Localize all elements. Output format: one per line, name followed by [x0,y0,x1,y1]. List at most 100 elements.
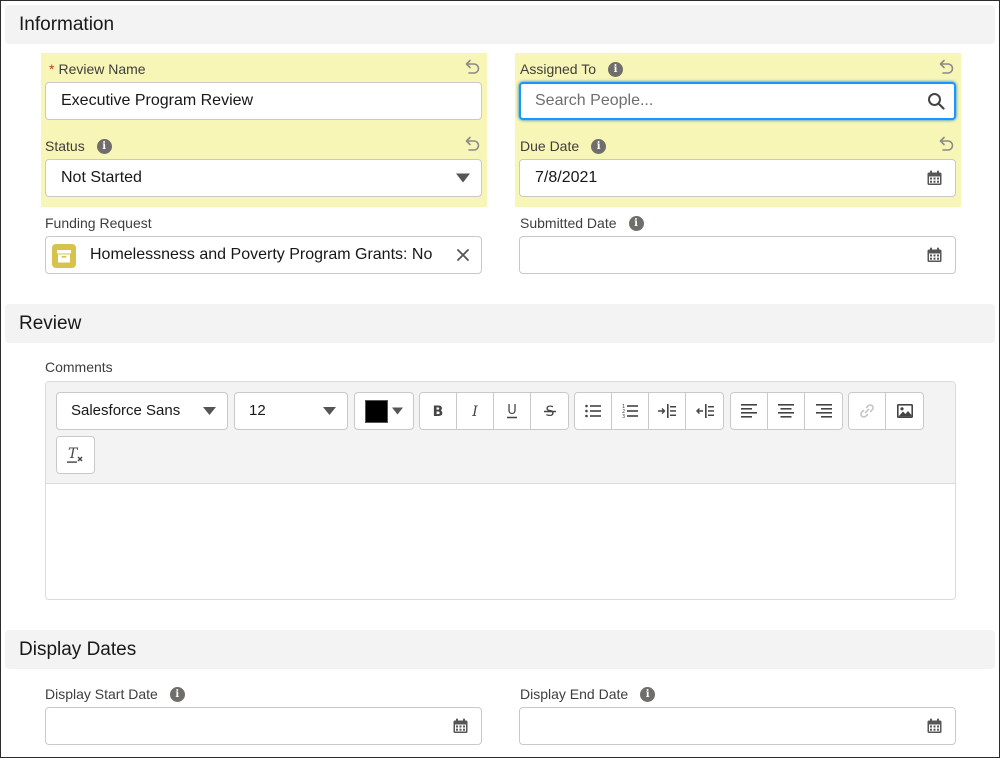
archive-box-icon [57,250,71,263]
indent-icon [658,404,676,418]
font-family-value: Salesforce Sans [71,402,181,419]
submitted-date-label: Submitted Date i [520,214,644,232]
display-start-date-input[interactable] [45,707,482,745]
funding-request-label: Funding Request [45,215,152,231]
comments-rich-text-editor: Salesforce Sans 12 B I U S 1 2 3 T [45,381,956,600]
font-size-select[interactable]: 12 [234,392,348,430]
close-icon[interactable] [456,248,470,262]
insert-button-group [848,392,924,430]
chevron-down-icon [203,407,216,415]
align-right-button[interactable] [805,393,842,429]
undo-review-name-icon[interactable] [463,58,481,76]
text-color-picker[interactable] [354,392,414,430]
assigned-to-label: Assigned To i [520,60,624,78]
align-center-icon [778,404,794,418]
info-icon[interactable]: i [640,686,656,702]
strikethrough-button[interactable]: S [531,393,568,429]
chevron-down-icon [456,173,470,183]
info-icon[interactable]: i [96,138,112,154]
align-left-button[interactable] [731,393,768,429]
search-icon[interactable] [927,92,945,110]
underline-icon: U [507,403,517,419]
underline-button[interactable]: U [494,393,531,429]
calendar-icon[interactable] [927,170,942,186]
chevron-down-icon [392,407,403,415]
list-button-group: 1 2 3 [574,392,724,430]
svg-text:I: I [471,404,478,418]
image-icon [896,404,913,418]
chevron-down-icon [323,407,336,415]
comments-text-area[interactable] [46,485,955,599]
svg-text:B: B [433,404,444,418]
calendar-icon[interactable] [927,718,942,734]
section-header-display-dates[interactable]: Display Dates [5,630,995,669]
bold-icon: B [433,404,444,418]
assigned-to-search-input[interactable]: Search People... [519,82,956,120]
strikethrough-icon: S [543,404,556,419]
bulleted-list-button[interactable] [575,393,612,429]
edit-record-form: Information * Review Name Executive Prog… [0,0,1000,758]
calendar-icon[interactable] [927,247,942,263]
bold-button[interactable]: B [420,393,457,429]
undo-status-icon[interactable] [463,135,481,153]
status-selected-value: Not Started [61,169,142,186]
status-label-text: Status [45,138,85,154]
numbered-list-button[interactable]: 1 2 3 [612,393,649,429]
text-color-swatch [365,400,388,423]
due-date-label: Due Date i [520,137,607,155]
funding-request-object-icon [52,244,76,268]
undo-assigned-to-icon[interactable] [937,58,955,76]
section-header-review[interactable]: Review [5,304,995,343]
indent-button[interactable] [649,393,686,429]
align-left-icon [741,404,757,418]
outdent-icon [695,404,714,418]
clear-formatting-button[interactable]: T [57,437,94,473]
svg-text:U: U [507,403,517,418]
outdent-button[interactable] [686,393,723,429]
clear-formatting-icon: T [66,447,82,463]
calendar-icon[interactable] [453,718,468,734]
italic-button[interactable]: I [457,393,494,429]
rich-text-toolbar: Salesforce Sans 12 B I U S 1 2 3 T [46,382,955,484]
display-end-date-label-text: Display End Date [520,686,629,702]
review-name-label: * Review Name [49,60,146,78]
insert-link-button[interactable] [849,393,886,429]
info-icon[interactable]: i [169,686,185,702]
assigned-to-label-text: Assigned To [520,61,597,77]
info-icon[interactable]: i [608,61,624,77]
required-marker: * [49,61,55,77]
numbered-list-icon: 1 2 3 [622,404,638,419]
align-right-icon [815,404,832,418]
info-icon[interactable]: i [628,215,644,231]
submitted-date-input[interactable] [519,236,956,274]
svg-text:T: T [68,447,79,462]
link-icon [860,404,874,418]
svg-text:3: 3 [622,414,625,419]
display-end-date-label: Display End Date i [520,685,656,703]
italic-icon: I [471,404,478,418]
section-header-information[interactable]: Information [5,5,995,44]
undo-due-date-icon[interactable] [937,135,955,153]
align-center-button[interactable] [768,393,805,429]
comments-label: Comments [45,359,113,375]
status-select[interactable]: Not Started [45,159,482,197]
submitted-date-label-text: Submitted Date [520,215,617,231]
bulleted-list-icon [585,404,601,418]
alignment-button-group [730,392,843,430]
due-date-label-text: Due Date [520,138,580,154]
funding-request-lookup[interactable]: Homelessness and Poverty Program Grants:… [45,236,482,274]
font-size-value: 12 [249,402,266,419]
display-end-date-input[interactable] [519,707,956,745]
info-icon[interactable]: i [591,138,607,154]
clear-formatting-button-group: T [56,436,95,474]
assigned-to-placeholder: Search People... [535,92,654,109]
due-date-value: 7/8/2021 [535,169,598,186]
insert-image-button[interactable] [886,393,923,429]
due-date-input[interactable]: 7/8/2021 [519,159,956,197]
text-format-button-group: B I U S [419,392,569,430]
funding-request-value: Homelessness and Poverty Program Grants:… [90,246,433,263]
font-family-select[interactable]: Salesforce Sans [56,392,228,430]
status-label: Status i [45,137,112,155]
review-name-input[interactable]: Executive Program Review [45,82,482,120]
display-start-date-label: Display Start Date i [45,685,185,703]
